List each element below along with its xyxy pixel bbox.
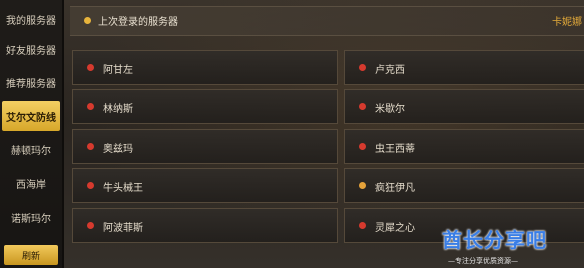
server-name: 卢克西 <box>375 65 405 76</box>
watermark-tagline: —专注分享优质资源— <box>448 257 518 265</box>
server-name: 虫王西蒂 <box>375 144 415 155</box>
server-item[interactable]: 阿波菲斯 <box>72 208 338 243</box>
server-item[interactable]: 林纳斯 <box>72 89 338 124</box>
server-name: 米歇尔 <box>375 104 405 115</box>
sidebar-item-nosmarl[interactable]: 诺斯玛尔 <box>0 202 62 232</box>
watermark-logo: 酋长分享吧 <box>442 228 547 252</box>
sidebar-divider <box>62 0 64 268</box>
server-item[interactable]: 虫王西蒂 <box>344 129 584 164</box>
last-login-bar[interactable]: 上次登录的服务器 卡妮娜 <box>70 6 584 36</box>
server-name: 阿甘左 <box>103 65 133 76</box>
server-status-icon <box>87 64 94 71</box>
server-item[interactable]: 奥兹玛 <box>72 129 338 164</box>
refresh-button[interactable]: 刷新 <box>4 245 58 265</box>
server-region-sidebar: 我的服务器 好友服务器 推荐服务器 艾尔文防线 赫顿玛尔 西海岸 诺斯玛尔 刷新 <box>0 0 62 268</box>
server-item[interactable]: 阿甘左 <box>72 50 338 85</box>
sidebar-item-hendon-myre[interactable]: 赫顿玛尔 <box>0 134 62 164</box>
server-status-icon <box>359 143 366 150</box>
sidebar-item-west-coast[interactable]: 西海岸 <box>0 168 62 198</box>
server-name: 牛头械王 <box>103 183 143 194</box>
server-status-icon <box>87 143 94 150</box>
server-item[interactable]: 牛头械王 <box>72 168 338 203</box>
sidebar-item-recommended-servers[interactable]: 推荐服务器 <box>0 67 62 97</box>
server-status-icon <box>87 222 94 229</box>
server-name: 奥兹玛 <box>103 144 133 155</box>
server-item[interactable]: 米歇尔 <box>344 89 584 124</box>
server-name: 疯狂伊凡 <box>375 183 415 194</box>
server-status-icon <box>359 64 366 71</box>
server-name: 灵犀之心 <box>375 223 415 234</box>
last-login-title: 上次登录的服务器 <box>98 17 178 28</box>
server-status-icon <box>359 182 366 189</box>
last-login-server[interactable]: 卡妮娜 <box>552 13 582 28</box>
server-status-icon <box>87 182 94 189</box>
server-name: 林纳斯 <box>103 104 133 115</box>
server-status-icon <box>359 103 366 110</box>
server-select-screen: 我的服务器 好友服务器 推荐服务器 艾尔文防线 赫顿玛尔 西海岸 诺斯玛尔 刷新… <box>0 0 584 268</box>
server-item[interactable]: 疯狂伊凡 <box>344 168 584 203</box>
server-item[interactable]: 卢克西 <box>344 50 584 85</box>
sidebar-item-my-servers[interactable]: 我的服务器 <box>0 4 62 34</box>
sidebar-item-friend-servers[interactable]: 好友服务器 <box>0 34 62 64</box>
sidebar-item-elvenguard[interactable]: 艾尔文防线 <box>2 101 60 131</box>
server-status-icon <box>87 103 94 110</box>
server-name: 阿波菲斯 <box>103 223 143 234</box>
server-status-icon <box>359 222 366 229</box>
status-dot-icon <box>84 17 91 24</box>
